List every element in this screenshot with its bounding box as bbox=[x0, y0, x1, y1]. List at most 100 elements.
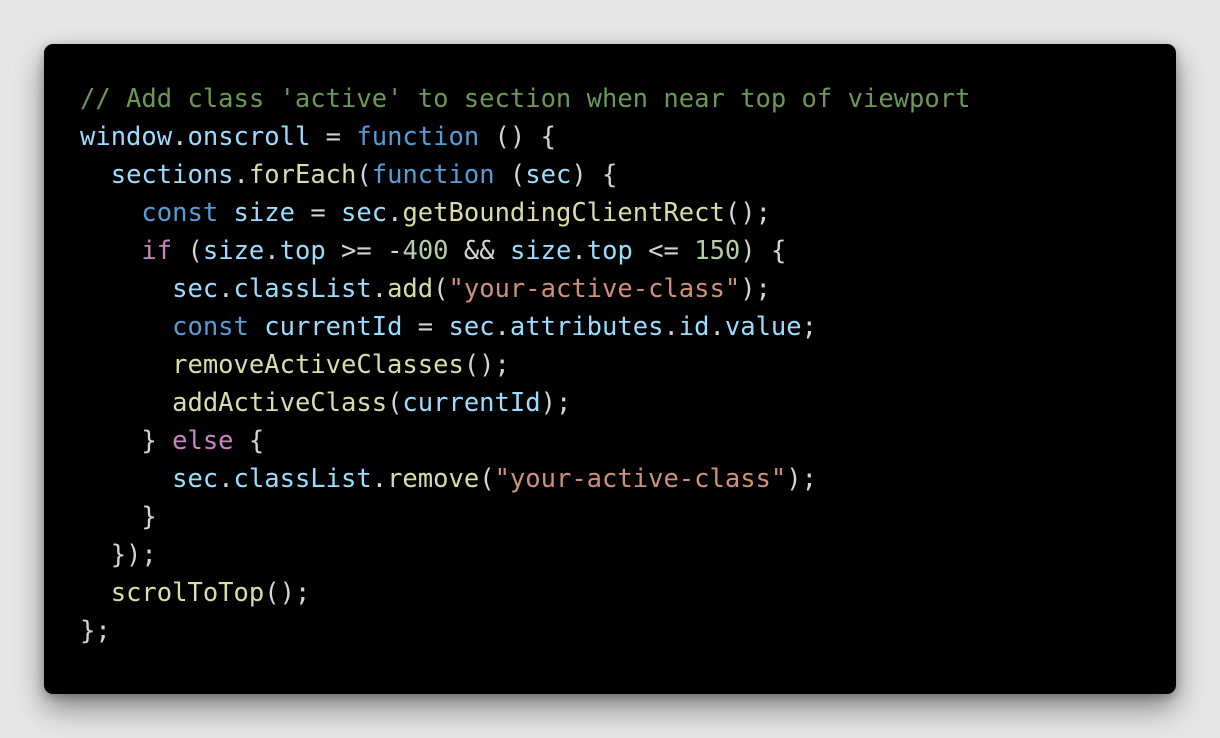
code-token-plain: <= bbox=[632, 236, 695, 266]
code-token-control: if bbox=[141, 236, 173, 266]
code-line: // Add class 'active' to section when ne… bbox=[80, 80, 1176, 118]
code-token-variable: window bbox=[80, 122, 173, 152]
code-token-variable: id bbox=[678, 312, 710, 342]
code-token-variable: value bbox=[724, 312, 802, 342]
code-token-plain: . bbox=[264, 236, 280, 266]
code-token-plain: . bbox=[494, 312, 510, 342]
code-token-plain: >= - bbox=[325, 236, 403, 266]
code-token-variable: top bbox=[279, 236, 326, 266]
code-token-plain: { bbox=[233, 426, 265, 456]
code-block: // Add class 'active' to section when ne… bbox=[80, 80, 1176, 650]
code-token-plain: ) { bbox=[571, 160, 618, 190]
code-line: sections.forEach(function (sec) { bbox=[80, 156, 1176, 194]
code-token-variable: sec bbox=[448, 312, 495, 342]
code-token-function: add bbox=[387, 274, 434, 304]
code-token-variable: currentId bbox=[402, 388, 541, 418]
code-token-variable: sec bbox=[341, 198, 388, 228]
code-token-plain: } bbox=[80, 426, 173, 456]
code-token-variable: onscroll bbox=[187, 122, 311, 152]
code-token-keyword: const bbox=[172, 312, 249, 342]
code-token-variable: sec bbox=[172, 274, 219, 304]
code-token-number: 150 bbox=[694, 236, 741, 266]
code-token-number: 400 bbox=[402, 236, 449, 266]
code-token-function: scrolToTop bbox=[110, 578, 265, 608]
code-token-plain: . bbox=[663, 312, 679, 342]
code-line: sec.classList.add("your-active-class"); bbox=[80, 270, 1176, 308]
code-token-keyword: function bbox=[371, 160, 495, 190]
code-line: const currentId = sec.attributes.id.valu… bbox=[80, 308, 1176, 346]
code-line: }; bbox=[80, 612, 1176, 650]
code-token-variable: sec bbox=[172, 464, 219, 494]
code-line: const size = sec.getBoundingClientRect()… bbox=[80, 194, 1176, 232]
code-token-plain: . bbox=[218, 274, 234, 304]
code-token-plain: . bbox=[172, 122, 188, 152]
code-token-plain: ( bbox=[356, 160, 372, 190]
code-line: }); bbox=[80, 536, 1176, 574]
code-token-variable: sec bbox=[525, 160, 572, 190]
code-line: scrolToTop(); bbox=[80, 574, 1176, 612]
code-token-variable: currentId bbox=[264, 312, 403, 342]
code-token-variable: top bbox=[586, 236, 633, 266]
code-token-plain: ); bbox=[540, 388, 572, 418]
code-line: addActiveClass(currentId); bbox=[80, 384, 1176, 422]
code-token-plain: }); bbox=[80, 540, 157, 570]
code-token-plain: = bbox=[294, 198, 342, 228]
code-token-function: addActiveClass bbox=[172, 388, 388, 418]
code-token-variable: classList bbox=[233, 274, 372, 304]
code-token-comment: // Add class 'active' to section when ne… bbox=[80, 84, 971, 114]
code-token-string: "your-active-class" bbox=[448, 274, 741, 304]
code-token-plain: . bbox=[371, 464, 388, 494]
code-token-plain: (); bbox=[264, 578, 311, 608]
code-token-variable: attributes bbox=[509, 312, 664, 342]
code-token-plain: ( bbox=[479, 464, 495, 494]
code-line: } else { bbox=[80, 422, 1176, 460]
code-token-plain: ); bbox=[740, 274, 771, 304]
code-token-plain: . bbox=[218, 464, 234, 494]
code-token-variable: size bbox=[202, 236, 265, 266]
code-token-plain: ( bbox=[172, 236, 203, 266]
code-token-plain: ( bbox=[494, 160, 526, 190]
code-token-plain: = bbox=[402, 312, 449, 342]
code-token-function: remove bbox=[387, 464, 480, 494]
code-token-plain: (); bbox=[724, 198, 771, 228]
code-token-plain: ); bbox=[786, 464, 817, 494]
code-token-function: getBoundingClientRect bbox=[402, 198, 725, 228]
code-token-plain: ( bbox=[387, 388, 403, 418]
code-line: removeActiveClasses(); bbox=[80, 346, 1176, 384]
code-token-plain: = bbox=[310, 122, 357, 152]
code-token-function: removeActiveClasses bbox=[172, 350, 464, 380]
code-token-string: "your-active-class" bbox=[494, 464, 787, 494]
code-token-keyword: function bbox=[356, 122, 480, 152]
code-line: if (size.top >= -400 && size.top <= 150)… bbox=[80, 232, 1176, 270]
code-token-plain: && bbox=[448, 236, 510, 266]
code-token-plain: } bbox=[80, 502, 157, 532]
code-token-plain: . bbox=[387, 198, 403, 228]
code-snippet-card: // Add class 'active' to section when ne… bbox=[44, 44, 1176, 694]
code-token-plain: . bbox=[571, 236, 587, 266]
code-token-variable: size bbox=[509, 236, 572, 266]
code-token-plain: . bbox=[233, 160, 249, 190]
code-line: } bbox=[80, 498, 1176, 536]
code-token-plain: ( bbox=[433, 274, 449, 304]
code-line: window.onscroll = function () { bbox=[80, 118, 1176, 156]
code-line: sec.classList.remove("your-active-class"… bbox=[80, 460, 1176, 498]
code-token-plain: . bbox=[371, 274, 388, 304]
code-token-plain: (); bbox=[463, 350, 510, 380]
code-token-control: else bbox=[172, 426, 234, 456]
code-token-variable: classList bbox=[233, 464, 372, 494]
code-token-plain: () { bbox=[479, 122, 556, 152]
code-token-variable: size bbox=[233, 198, 295, 228]
code-token-variable: sections bbox=[110, 160, 234, 190]
code-token-keyword: const bbox=[141, 198, 219, 228]
